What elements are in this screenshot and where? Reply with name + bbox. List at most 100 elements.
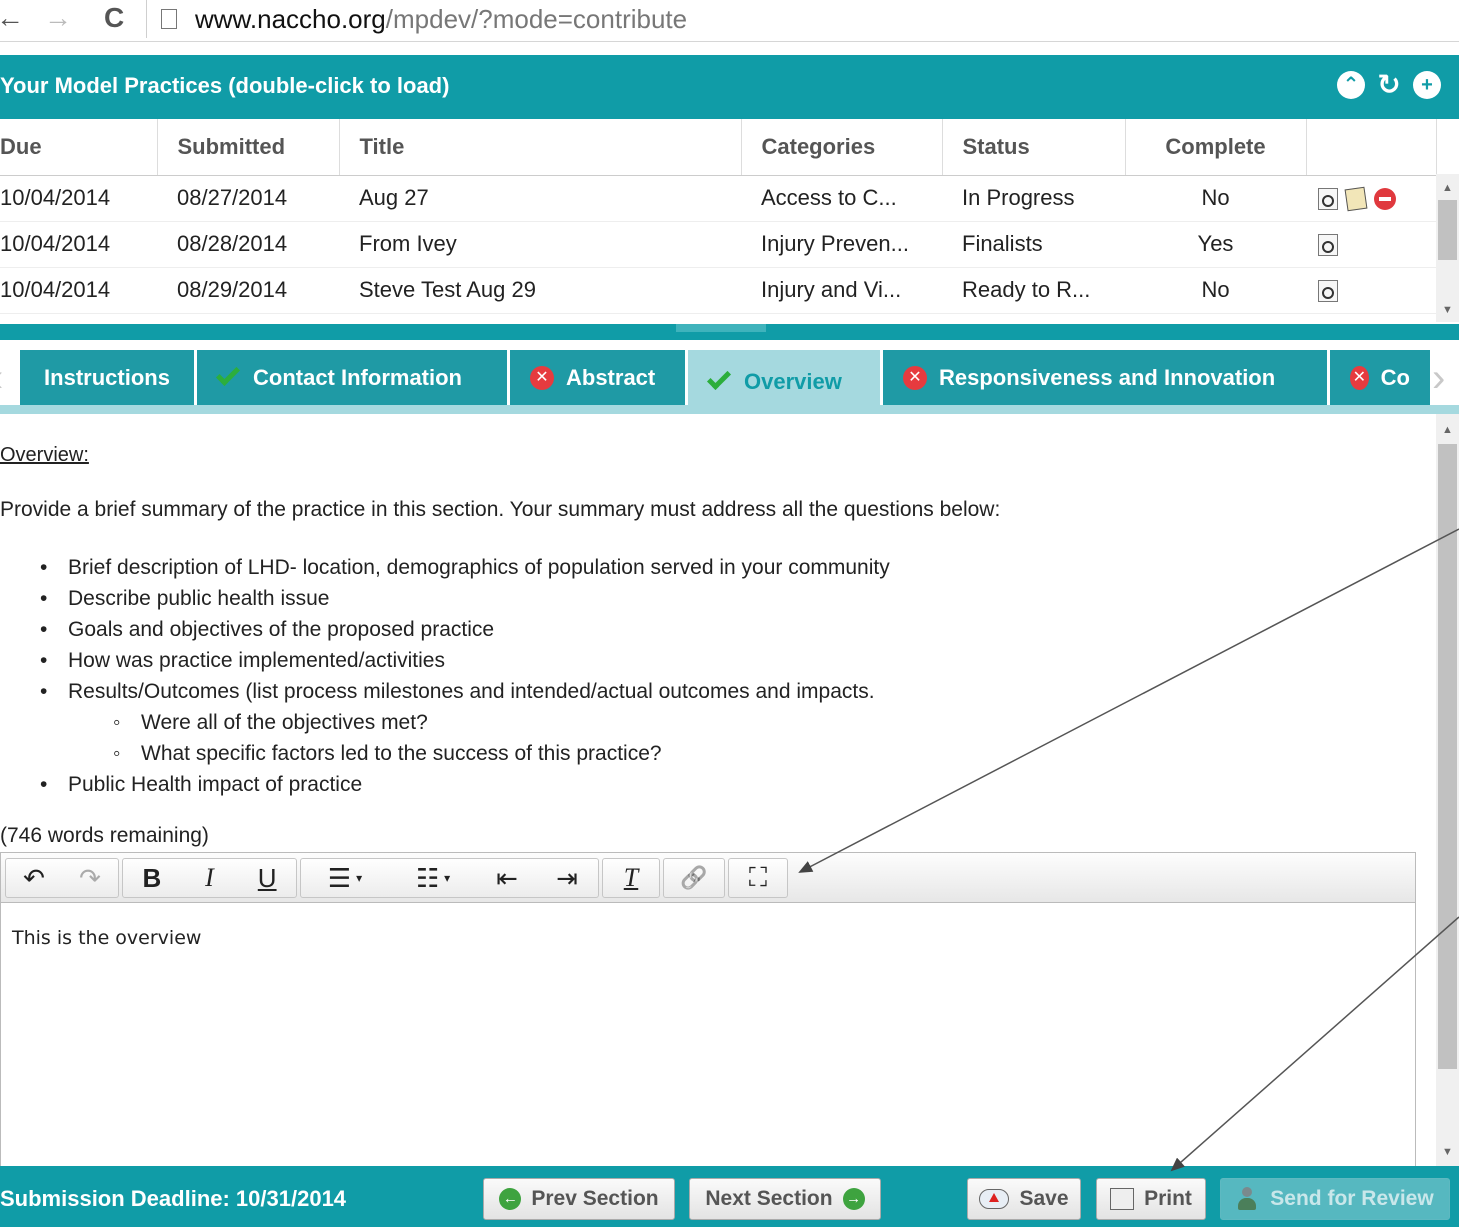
table-row[interactable]: 10/04/2014 08/29/2014 Steve Test Aug 29 …	[0, 267, 1436, 314]
cell-status: Finalists	[942, 221, 1125, 268]
table-row[interactable]: 10/04/2014 08/27/2014 Aug 27 Access to C…	[0, 175, 1436, 222]
page-icon	[161, 9, 177, 29]
forward-arrow-icon[interactable]: →	[44, 2, 72, 34]
tab-responsiveness-and-innovation[interactable]: ✕ Responsiveness and Innovation	[883, 350, 1327, 406]
back-arrow-icon[interactable]: ←	[0, 2, 24, 34]
view-icon[interactable]	[1318, 188, 1338, 211]
scroll-down-icon[interactable]: ▼	[1436, 1146, 1459, 1158]
content-scrollbar[interactable]: ▲ ▼	[1436, 414, 1459, 1166]
grid-header-row: Due Submitted Title Categories Status Co…	[0, 119, 1437, 176]
list-item: Results/Outcomes (list process milestone…	[40, 676, 890, 707]
submission-deadline: Submission Deadline: 10/31/2014	[0, 1186, 347, 1211]
tabs-next-arrow-icon[interactable]: ›	[1432, 354, 1445, 402]
delete-icon[interactable]	[1374, 188, 1396, 211]
add-icon[interactable]: +	[1413, 71, 1441, 99]
italic-icon[interactable]: I	[181, 859, 239, 897]
cell-complete: No	[1125, 175, 1306, 222]
check-icon	[706, 365, 732, 391]
cell-complete: No	[1125, 267, 1306, 314]
cell-actions	[1306, 267, 1436, 314]
scroll-up-icon[interactable]: ▲	[1436, 424, 1459, 436]
redo-icon[interactable]: ↷	[62, 859, 118, 897]
error-icon: ✕	[1350, 366, 1369, 390]
rich-text-editor: ↶ ↷ B I U ☰ ▾ ☷ ▾ ⇤ ⇥ T 🔗 ⛶ This is the …	[0, 852, 1416, 1166]
cloud-upload-icon	[979, 1189, 1010, 1209]
scroll-up-icon[interactable]: ▲	[1436, 182, 1459, 194]
tab-contact-information[interactable]: Contact Information	[197, 350, 507, 406]
save-button[interactable]: Save	[967, 1178, 1081, 1220]
tab-instructions[interactable]: Instructions	[20, 350, 194, 406]
prev-section-label: Prev Section	[531, 1187, 659, 1210]
tab-label: Abstract	[566, 365, 656, 390]
content-scroll-thumb[interactable]	[1438, 444, 1457, 1069]
outdent-icon[interactable]: ⇤	[477, 859, 537, 897]
underline-icon[interactable]: U	[238, 859, 296, 897]
chevron-down-icon: ▾	[444, 871, 451, 885]
error-icon: ✕	[530, 366, 554, 390]
editor-body-text[interactable]: This is the overview	[12, 927, 201, 949]
refresh-icon[interactable]: ↻	[1375, 71, 1403, 99]
send-for-review-button[interactable]: Send for Review	[1220, 1178, 1450, 1220]
cell-due: 10/04/2014	[0, 221, 157, 268]
tab-label: Instructions	[44, 365, 170, 390]
column-header-complete[interactable]: Complete	[1125, 119, 1307, 176]
section-tabs: ‹ Instructions Contact Information ✕ Abst…	[0, 340, 1459, 414]
cell-categories: Access to C...	[741, 175, 942, 222]
section-content: Overview: Provide a brief summary of the…	[0, 414, 1436, 1166]
bullet-list-glyph: ☰	[327, 862, 352, 893]
cell-due: 10/04/2014	[0, 267, 157, 314]
list-item: Public Health impact of practice	[40, 769, 890, 800]
prev-section-button[interactable]: ← Prev Section	[483, 1178, 675, 1220]
column-header-status[interactable]: Status	[942, 119, 1126, 176]
send-for-review-label: Send for Review	[1270, 1187, 1434, 1210]
list-item: Describe public health issue	[40, 583, 890, 614]
tab-abstract[interactable]: ✕ Abstract	[510, 350, 685, 406]
chevron-down-icon: ▾	[356, 871, 363, 885]
tab-label: Overview	[744, 369, 842, 394]
numbered-list-glyph: ☷	[415, 862, 440, 893]
bold-icon[interactable]: B	[123, 859, 181, 897]
reload-icon[interactable]: C	[104, 2, 124, 34]
scroll-down-icon[interactable]: ▼	[1436, 304, 1459, 316]
view-icon[interactable]	[1318, 280, 1338, 303]
edit-icon[interactable]	[1344, 186, 1368, 212]
list-item: Goals and objectives of the proposed pra…	[40, 614, 890, 645]
next-section-label: Next Section	[705, 1187, 833, 1210]
grid-scrollbar[interactable]: ▲ ▼	[1436, 174, 1459, 322]
table-row[interactable]: 10/04/2014 08/28/2014 From Ivey Injury P…	[0, 221, 1436, 268]
arrow-left-icon: ←	[499, 1188, 522, 1210]
cell-title: Steve Test Aug 29	[339, 267, 741, 314]
print-label: Print	[1144, 1187, 1192, 1210]
indent-icon[interactable]: ⇥	[537, 859, 597, 897]
undo-icon[interactable]: ↶	[6, 859, 62, 897]
printer-icon	[1110, 1188, 1135, 1210]
link-icon[interactable]: 🔗	[664, 859, 724, 897]
tabs-prev-arrow-icon[interactable]: ‹	[0, 354, 3, 402]
list-item: How was practice implemented/activities	[40, 645, 890, 676]
cell-submitted: 08/27/2014	[157, 175, 339, 222]
column-header-title[interactable]: Title	[339, 119, 742, 176]
tab-co[interactable]: ✕ Co	[1330, 350, 1430, 406]
model-practices-grid: Due Submitted Title Categories Status Co…	[0, 119, 1459, 324]
panel-splitter[interactable]	[0, 324, 1459, 340]
list-item: Were all of the objectives met?	[40, 707, 890, 738]
fullscreen-icon[interactable]: ⛶	[729, 859, 787, 897]
next-section-button[interactable]: Next Section →	[689, 1178, 881, 1220]
cell-submitted: 08/29/2014	[157, 267, 339, 314]
bullet-list-icon[interactable]: ☰ ▾	[301, 859, 389, 897]
editor-toolbar: ↶ ↷ B I U ☰ ▾ ☷ ▾ ⇤ ⇥ T 🔗 ⛶	[1, 853, 1415, 903]
numbered-list-icon[interactable]: ☷ ▾	[389, 859, 477, 897]
splitter-handle[interactable]	[676, 324, 766, 332]
column-header-categories[interactable]: Categories	[741, 119, 943, 176]
view-icon[interactable]	[1318, 234, 1338, 257]
column-header-submitted[interactable]: Submitted	[157, 119, 340, 176]
url-field[interactable]: www.naccho.org/mpdev/?mode=contribute	[146, 0, 1459, 38]
section-intro: Provide a brief summary of the practice …	[0, 498, 1001, 521]
print-button[interactable]: Print	[1096, 1178, 1206, 1220]
column-header-due[interactable]: Due	[0, 119, 158, 176]
collapse-icon[interactable]: ⌃	[1337, 71, 1365, 99]
grid-scroll-thumb[interactable]	[1438, 200, 1457, 260]
clear-format-icon[interactable]: T	[603, 859, 659, 897]
list-item: Brief description of LHD- location, demo…	[40, 552, 890, 583]
words-remaining: (746 words remaining)	[0, 824, 209, 847]
